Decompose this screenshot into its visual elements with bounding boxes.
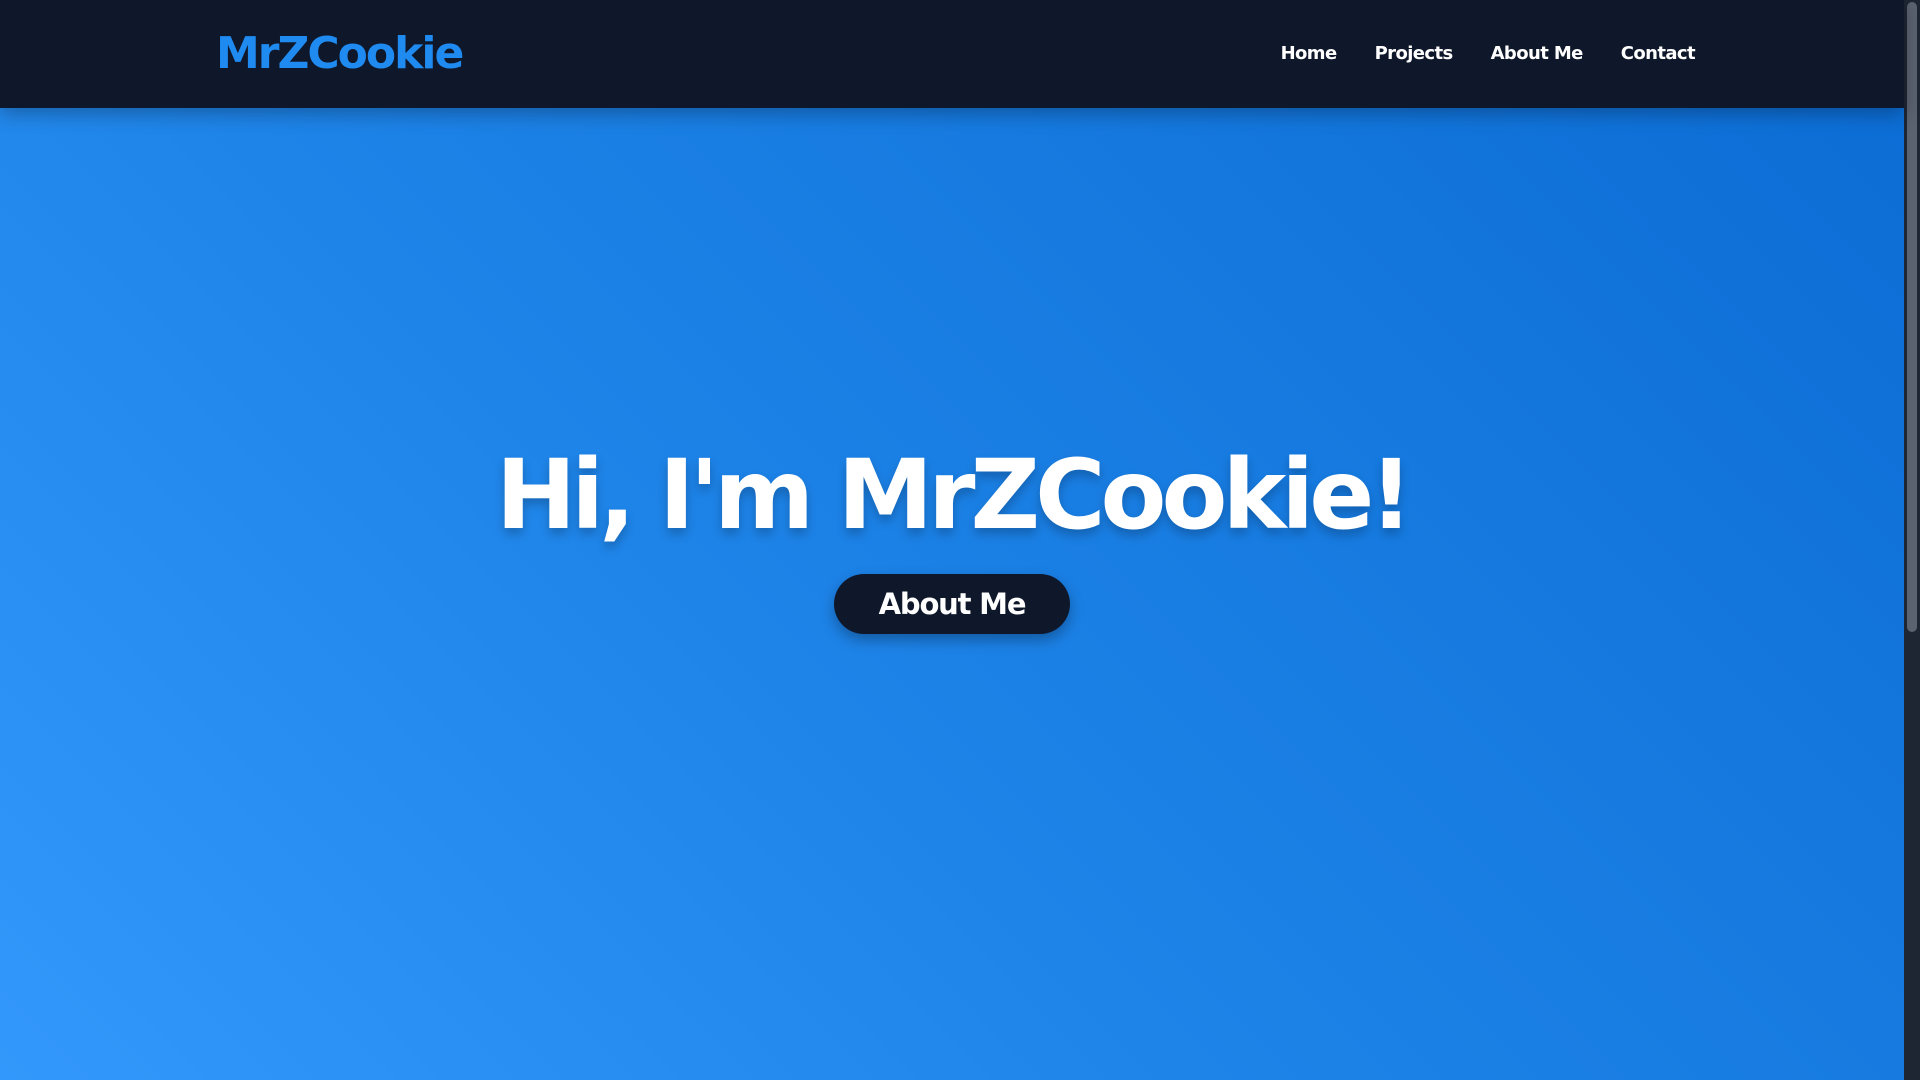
- nav-links: Home Projects About Me Contact: [1281, 40, 1696, 68]
- about-me-button[interactable]: About Me: [834, 574, 1070, 634]
- nav-link-contact[interactable]: Contact: [1621, 40, 1696, 68]
- hero-section: Hi, I'm MrZCookie! About Me: [0, 108, 1904, 1080]
- browser-viewport: MrZCookie Home Projects About Me Contact…: [0, 0, 1920, 1080]
- hero-title: Hi, I'm MrZCookie!: [495, 439, 1413, 551]
- vertical-scrollbar[interactable]: [1904, 0, 1920, 1080]
- nav-link-home[interactable]: Home: [1281, 40, 1338, 68]
- nav-link-about-me[interactable]: About Me: [1491, 40, 1584, 68]
- nav-link-projects[interactable]: Projects: [1375, 40, 1454, 68]
- navbar: MrZCookie Home Projects About Me Contact: [0, 0, 1904, 108]
- scrollbar-thumb[interactable]: [1907, 2, 1917, 632]
- page: MrZCookie Home Projects About Me Contact…: [0, 0, 1904, 1080]
- brand-logo[interactable]: MrZCookie: [216, 25, 464, 83]
